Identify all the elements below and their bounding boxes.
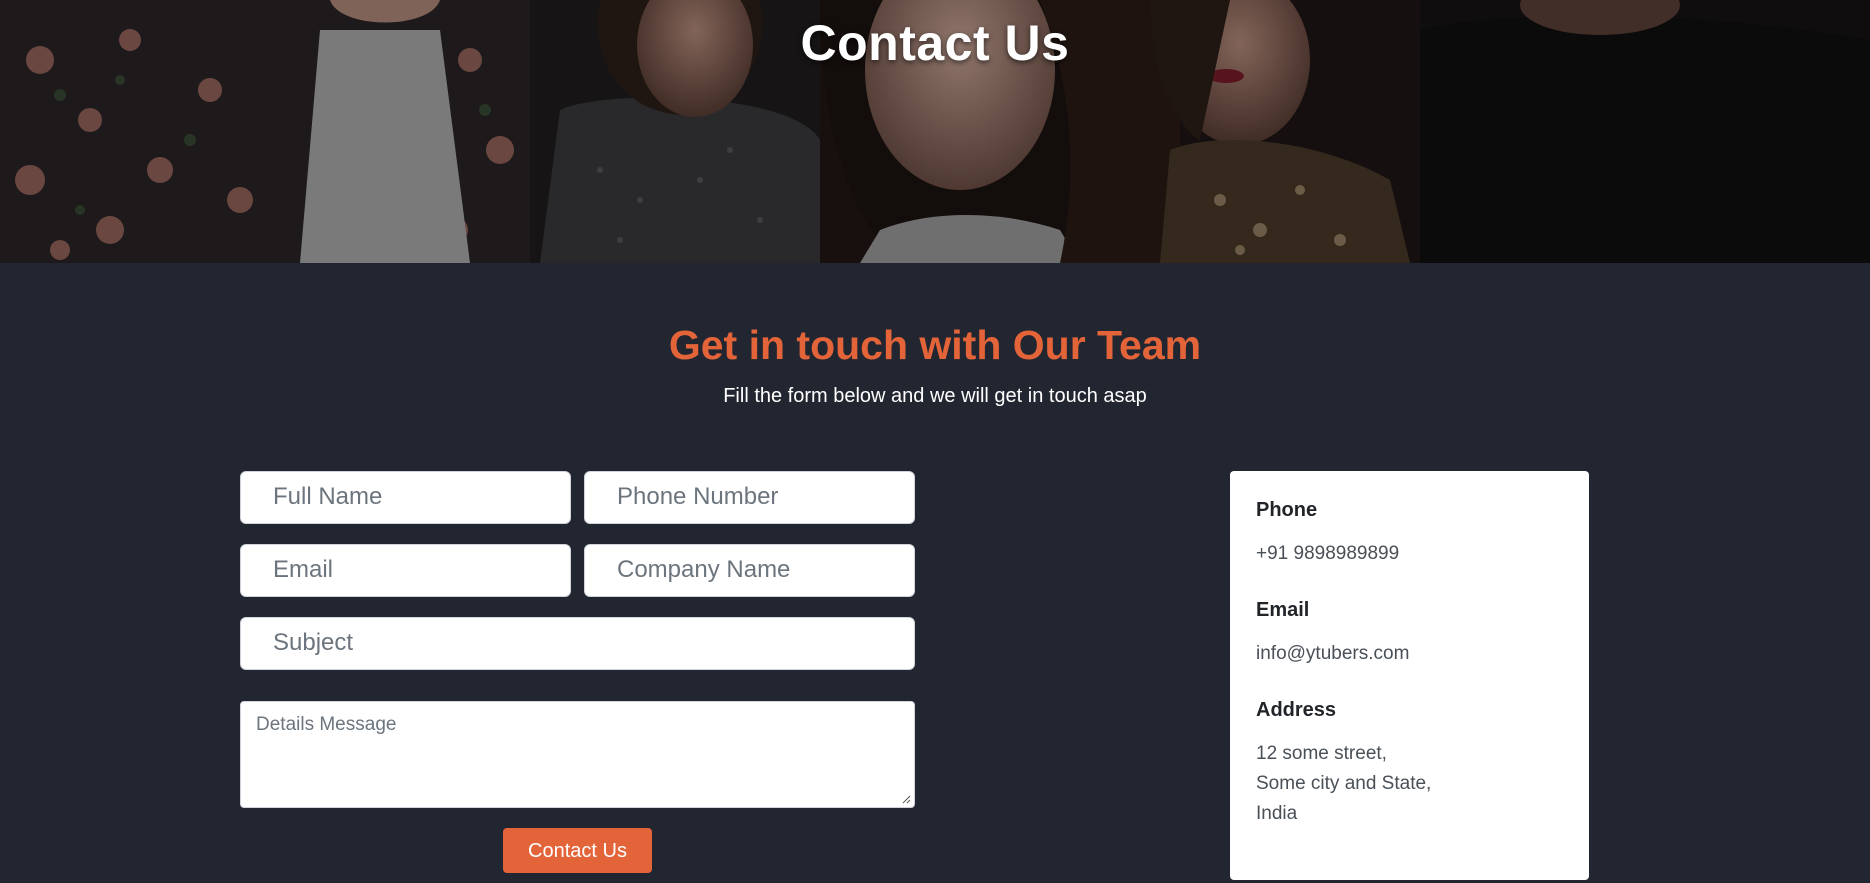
hero-banner: Contact Us [0,0,1870,263]
details-message-textarea[interactable] [241,702,914,807]
email-input[interactable] [273,556,570,584]
page-title: Contact Us [800,15,1070,71]
address-line: 12 some street, [1256,743,1387,764]
email-info: Email info@ytubers.com [1256,599,1563,669]
company-name-field[interactable] [584,544,915,597]
phone-value: +91 9898989899 [1256,543,1400,564]
subject-field[interactable] [240,617,915,670]
contact-info-card: Phone +91 9898989899 Email info@ytubers.… [1230,471,1589,880]
email-field[interactable] [240,544,571,597]
company-name-input[interactable] [617,556,914,584]
email-label: Email [1256,599,1310,621]
section-title: Get in touch with Our Team [668,322,1202,368]
phone-info: Phone +91 9898989899 [1256,499,1563,569]
phone-number-field[interactable] [584,471,915,524]
full-name-field[interactable] [240,471,571,524]
full-name-input[interactable] [273,483,570,511]
section-subtitle: Fill the form below and we will get in t… [723,385,1147,407]
address-line: India [1256,803,1298,824]
address-value: 12 some street, Some city and State, Ind… [1256,739,1563,829]
address-info: Address 12 some street, Some city and St… [1256,699,1563,829]
resize-handle-icon[interactable] [901,794,911,804]
contact-us-button[interactable]: Contact Us [503,828,652,873]
phone-label: Phone [1256,499,1318,521]
email-value: info@ytubers.com [1256,643,1410,664]
address-line: Some city and State, [1256,773,1432,794]
message-field[interactable] [240,701,915,808]
subject-input[interactable] [273,629,914,657]
phone-number-input[interactable] [617,483,914,511]
address-label: Address [1256,699,1337,721]
